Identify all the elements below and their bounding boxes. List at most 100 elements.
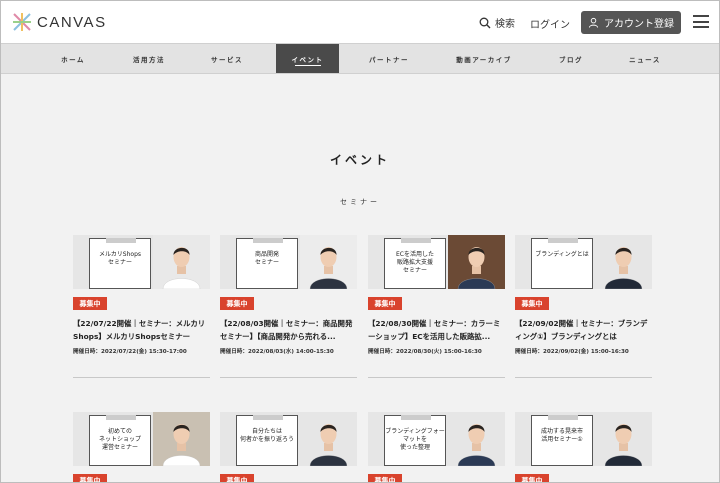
event-date: 開催日時：2022/08/03(水) 14:00-15:30: [220, 349, 334, 355]
slide-tag: [253, 238, 283, 243]
user-icon: [588, 17, 599, 28]
slide-title: ECを活用した 販路拡大支援 セミナー: [396, 251, 434, 274]
card-divider: [220, 377, 357, 378]
nav-item-events-label: イベント: [291, 55, 324, 64]
speaker-photo-icon: [448, 412, 505, 466]
seminar-slide-image: 初めての ネットショップ 運営セミナー: [89, 415, 151, 466]
site-header: CANVAS 検索 ログイン アカウント登録: [1, 1, 719, 43]
browser-viewport: CANVAS 検索 ログイン アカウント登録 ホーム 活用方法 サービス イベン…: [0, 0, 720, 483]
slide-title: 商品開発 セミナー: [254, 251, 279, 266]
nav-item-video-archive[interactable]: 動画アーカイブ: [439, 44, 529, 73]
event-title-link[interactable]: 【22/09/02開催｜セミナー：ブランディング①】ブランディングとは: [515, 317, 652, 343]
search-label: 検索: [495, 19, 515, 30]
speaker-photo-icon: [300, 412, 357, 466]
slide-tag: [401, 238, 431, 243]
card-divider: [515, 377, 652, 378]
speaker-photo: [595, 235, 652, 289]
event-title-link[interactable]: 【22/08/03開催｜セミナー：商品開発セミナー】【商品開発から売れる...: [220, 317, 357, 343]
seminar-slide-image: メルカリShops セミナー: [89, 238, 151, 289]
event-card[interactable]: ECを活用した 販路拡大支援 セミナー 募集中【22/08/30開催｜セミナー：カラ…: [368, 235, 505, 378]
event-date: 開催日時：2022/09/02(金) 15:00-16:30: [515, 349, 629, 355]
event-card[interactable]: ブランディングとは 募集中【22/09/02開催｜セミナー：ブランディング①】ブ…: [515, 235, 652, 378]
hamburger-menu-icon[interactable]: [693, 15, 709, 28]
event-date: 開催日時：2022/07/22(金) 15:30-17:00: [73, 349, 187, 355]
logo-text: CANVAS: [37, 13, 107, 31]
event-thumbnail[interactable]: ECを活用した 販路拡大支援 セミナー: [368, 235, 505, 289]
event-card[interactable]: 自分たちは 何者かを振り返ろう 募集中: [220, 412, 357, 482]
recruiting-badge: 募集中: [368, 297, 402, 310]
recruiting-badge: 募集中: [515, 474, 549, 482]
event-thumbnail[interactable]: ブランディングフォーマットを 使った整理: [368, 412, 505, 466]
speaker-photo: [448, 412, 505, 466]
main-nav: ホーム 活用方法 サービス イベント パートナー 動画アーカイブ ブログ ニュー…: [1, 43, 719, 74]
card-divider: [73, 377, 210, 378]
seminar-slide-image: ブランディングフォーマットを 使った整理: [384, 415, 446, 466]
slide-tag: [106, 415, 136, 420]
event-thumbnail[interactable]: メルカリShops セミナー: [73, 235, 210, 289]
event-title-link[interactable]: 【22/08/30開催｜セミナー：カラーミーショップ】ECを活用した販路拡...: [368, 317, 505, 343]
slide-tag: [548, 238, 578, 243]
speaker-photo-icon: [153, 235, 210, 289]
slide-tag: [548, 415, 578, 420]
speaker-photo: [448, 235, 505, 289]
seminar-slide-image: 自分たちは 何者かを振り返ろう: [236, 415, 298, 466]
recruiting-badge: 募集中: [73, 297, 107, 310]
nav-item-news[interactable]: ニュース: [607, 44, 683, 73]
slide-title: ブランディングフォーマットを 使った整理: [385, 428, 445, 451]
event-date: 開催日時：2022/08/30(火) 15:00-16:30: [368, 349, 482, 355]
seminar-slide-image: 商品開発 セミナー: [236, 238, 298, 289]
logo[interactable]: CANVAS: [12, 12, 107, 32]
register-button[interactable]: アカウント登録: [581, 11, 681, 34]
event-card[interactable]: 商品開発 セミナー 募集中【22/08/03開催｜セミナー：商品開発セミナー】【商…: [220, 235, 357, 378]
event-card[interactable]: メルカリShops セミナー 募集中【22/07/22開催｜セミナー：メルカリSh…: [73, 235, 210, 378]
slide-title: 初めての ネットショップ 運営セミナー: [98, 428, 141, 451]
recruiting-badge: 募集中: [73, 474, 107, 482]
slide-title: メルカリShops セミナー: [98, 251, 142, 266]
speaker-photo-icon: [595, 412, 652, 466]
recruiting-badge: 募集中: [368, 474, 402, 482]
slide-title: ブランディングとは: [535, 251, 589, 258]
login-link[interactable]: ログイン: [530, 16, 570, 31]
event-card[interactable]: 成功する晃来市 活用セミナー① 募集中: [515, 412, 652, 482]
nav-item-usage[interactable]: 活用方法: [111, 44, 187, 73]
slide-title: 成功する晃来市 活用セミナー①: [540, 428, 583, 443]
slide-title: 自分たちは 何者かを振り返ろう: [239, 428, 294, 443]
event-thumbnail[interactable]: 商品開発 セミナー: [220, 235, 357, 289]
nav-item-events[interactable]: イベント: [276, 44, 339, 73]
register-label: アカウント登録: [604, 19, 674, 30]
nav-item-partners[interactable]: パートナー: [351, 44, 427, 73]
slide-tag: [106, 238, 136, 243]
search-link[interactable]: 検索: [479, 15, 515, 30]
recruiting-badge: 募集中: [515, 297, 549, 310]
nav-item-home[interactable]: ホーム: [35, 44, 111, 73]
event-thumbnail[interactable]: 自分たちは 何者かを振り返ろう: [220, 412, 357, 466]
card-divider: [368, 377, 505, 378]
speaker-photo-icon: [153, 412, 210, 466]
speaker-photo: [153, 235, 210, 289]
speaker-photo: [300, 412, 357, 466]
speaker-photo-icon: [595, 235, 652, 289]
seminar-slide-image: ブランディングとは: [531, 238, 593, 289]
recruiting-badge: 募集中: [220, 474, 254, 482]
seminar-slide-image: 成功する晃来市 活用セミナー①: [531, 415, 593, 466]
section-title: セミナー: [340, 198, 380, 206]
page-title: イベント: [329, 153, 390, 167]
event-thumbnail[interactable]: 成功する晃来市 活用セミナー①: [515, 412, 652, 466]
speaker-photo-icon: [300, 235, 357, 289]
event-title-link[interactable]: 【22/07/22開催｜セミナー：メルカリShops】メルカリShopsセミナー: [73, 317, 210, 343]
search-icon: [479, 17, 491, 28]
speaker-photo: [153, 412, 210, 466]
seminar-slide-image: ECを活用した 販路拡大支援 セミナー: [384, 238, 446, 289]
nav-item-blog[interactable]: ブログ: [533, 44, 609, 73]
speaker-photo: [595, 412, 652, 466]
speaker-photo: [300, 235, 357, 289]
event-thumbnail[interactable]: ブランディングとは: [515, 235, 652, 289]
slide-tag: [401, 415, 431, 420]
speaker-photo-icon: [448, 235, 505, 289]
canvas-logo-icon: [13, 13, 31, 31]
recruiting-badge: 募集中: [220, 297, 254, 310]
event-card[interactable]: ブランディングフォーマットを 使った整理 募集中: [368, 412, 505, 482]
event-card[interactable]: 初めての ネットショップ 運営セミナー 募集中: [73, 412, 210, 482]
event-thumbnail[interactable]: 初めての ネットショップ 運営セミナー: [73, 412, 210, 466]
nav-item-services[interactable]: サービス: [189, 44, 265, 73]
